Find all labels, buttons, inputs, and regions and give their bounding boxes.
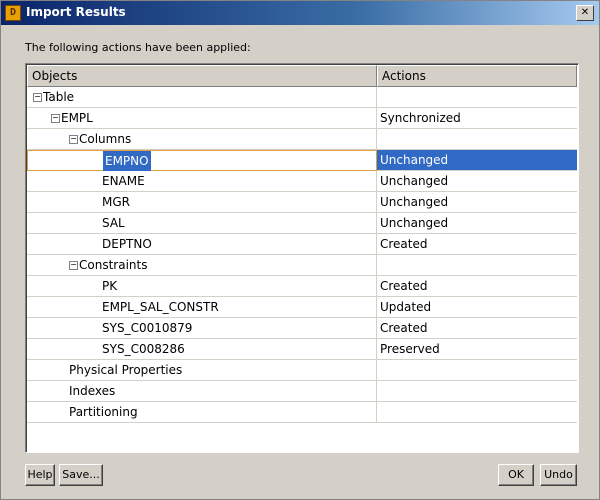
object-cell[interactable]: − Constraints: [27, 255, 377, 276]
objects-column-header[interactable]: Objects: [27, 65, 377, 87]
table-row[interactable]: MGR Unchanged: [27, 192, 577, 213]
ok-button[interactable]: OK: [498, 464, 534, 486]
save-button[interactable]: Save...: [59, 464, 103, 486]
table-row[interactable]: − Constraints: [27, 255, 577, 276]
object-label: PK: [102, 279, 118, 293]
action-cell[interactable]: Unchanged: [377, 171, 577, 192]
actions-column-header[interactable]: Actions: [377, 65, 577, 87]
collapse-toggle-icon[interactable]: −: [33, 93, 42, 102]
action-cell[interactable]: [377, 381, 577, 402]
action-cell[interactable]: [377, 402, 577, 423]
collapse-toggle-icon[interactable]: −: [69, 135, 78, 144]
table-row[interactable]: ENAME Unchanged: [27, 171, 577, 192]
object-cell[interactable]: − EMPL: [27, 108, 377, 129]
table-body: − Table − EMPL Synchronized − Columns EMPNO Unch…: [27, 87, 577, 423]
object-label: Physical Properties: [69, 363, 183, 377]
table-row[interactable]: Physical Properties: [27, 360, 577, 381]
table-row[interactable]: Partitioning: [27, 402, 577, 423]
action-cell[interactable]: [377, 87, 577, 108]
table-row[interactable]: SAL Unchanged: [27, 213, 577, 234]
table-row[interactable]: SYS_C008286 Preserved: [27, 339, 577, 360]
table-row[interactable]: − EMPL Synchronized: [27, 108, 577, 129]
object-cell[interactable]: ENAME: [27, 171, 377, 192]
action-cell[interactable]: Created: [377, 234, 577, 255]
object-cell[interactable]: − Columns: [27, 129, 377, 150]
action-cell[interactable]: Updated: [377, 297, 577, 318]
table-row[interactable]: SYS_C0010879 Created: [27, 318, 577, 339]
action-cell[interactable]: Preserved: [377, 339, 577, 360]
table-row[interactable]: PK Created: [27, 276, 577, 297]
collapse-toggle-icon[interactable]: −: [51, 114, 60, 123]
action-cell[interactable]: Created: [377, 318, 577, 339]
object-cell[interactable]: − Table: [27, 87, 377, 108]
object-label: Table: [43, 90, 75, 104]
table-row[interactable]: − Columns: [27, 129, 577, 150]
object-label: Columns: [79, 132, 132, 146]
object-label: ENAME: [102, 174, 145, 188]
action-cell[interactable]: [377, 360, 577, 381]
table-row[interactable]: DEPTNO Created: [27, 234, 577, 255]
import-results-dialog: D Import Results ✕ The following actions…: [0, 0, 600, 500]
object-label: DEPTNO: [102, 237, 152, 251]
object-cell[interactable]: EMPNO: [27, 150, 377, 171]
object-label: EMPNO: [103, 151, 151, 171]
action-cell[interactable]: [377, 255, 577, 276]
action-cell[interactable]: Synchronized: [377, 108, 577, 129]
object-cell[interactable]: SAL: [27, 213, 377, 234]
object-label: EMPL: [61, 111, 93, 125]
action-cell[interactable]: [377, 129, 577, 150]
results-table: Objects Actions − Table − EMPL Synchronized −…: [25, 63, 579, 453]
object-cell[interactable]: PK: [27, 276, 377, 297]
prompt-text: The following actions have been applied:: [25, 41, 251, 54]
object-cell[interactable]: Physical Properties: [27, 360, 377, 381]
action-cell[interactable]: Created: [377, 276, 577, 297]
object-cell[interactable]: Indexes: [27, 381, 377, 402]
table-row[interactable]: − Table: [27, 87, 577, 108]
table-header: Objects Actions: [27, 65, 577, 87]
object-label: SYS_C0010879: [102, 321, 193, 335]
close-button[interactable]: ✕: [576, 5, 594, 21]
window-title: Import Results: [26, 5, 126, 19]
action-cell[interactable]: Unchanged: [377, 192, 577, 213]
title-bar: D Import Results ✕: [1, 1, 599, 25]
object-label: Constraints: [79, 258, 148, 272]
collapse-toggle-icon[interactable]: −: [69, 261, 78, 270]
object-cell[interactable]: MGR: [27, 192, 377, 213]
object-cell[interactable]: EMPL_SAL_CONSTR: [27, 297, 377, 318]
table-row[interactable]: EMPL_SAL_CONSTR Updated: [27, 297, 577, 318]
object-cell[interactable]: SYS_C0010879: [27, 318, 377, 339]
action-cell[interactable]: Unchanged: [377, 213, 577, 234]
object-label: MGR: [102, 195, 130, 209]
help-button[interactable]: Help: [25, 464, 55, 486]
object-label: Indexes: [69, 384, 116, 398]
object-label: EMPL_SAL_CONSTR: [102, 300, 219, 314]
object-cell[interactable]: SYS_C008286: [27, 339, 377, 360]
action-cell[interactable]: Unchanged: [377, 150, 577, 171]
object-label: Partitioning: [69, 405, 138, 419]
object-label: SYS_C008286: [102, 342, 185, 356]
app-icon: D: [5, 5, 21, 21]
object-label: SAL: [102, 216, 125, 230]
undo-button[interactable]: Undo: [540, 464, 577, 486]
object-cell[interactable]: DEPTNO: [27, 234, 377, 255]
table-row[interactable]: Indexes: [27, 381, 577, 402]
object-cell[interactable]: Partitioning: [27, 402, 377, 423]
table-row[interactable]: EMPNO Unchanged: [27, 150, 577, 171]
